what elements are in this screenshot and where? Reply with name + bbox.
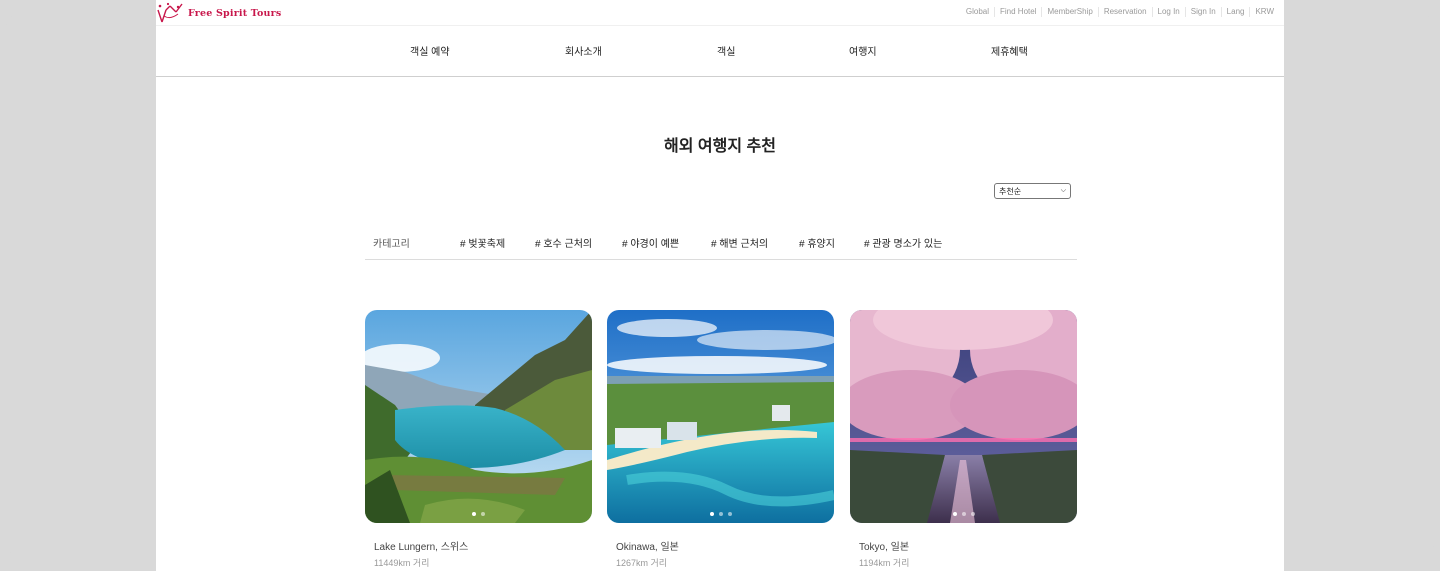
destination-card[interactable]: Tokyo, 일본 1194km 거리 [850, 310, 1077, 568]
destination-name[interactable]: Tokyo, 일본 [859, 538, 909, 553]
logo[interactable]: Free Spirit Tours [156, 2, 281, 24]
util-link-currency[interactable]: KRW [1249, 7, 1279, 17]
page-title: 해외 여행지 추천 [664, 138, 776, 155]
sort-select[interactable]: 추천순 ⌵ [994, 183, 1071, 199]
brand-name: Free Spirit Tours [188, 7, 282, 19]
carousel-dot[interactable] [727, 512, 732, 516]
category-label: 카테고리 [373, 239, 410, 250]
util-link-log-in[interactable]: Log In [1151, 7, 1185, 17]
destination-card[interactable]: Okinawa, 일본 1267km 거리 [607, 310, 834, 568]
carousel-dot[interactable] [481, 512, 485, 516]
destination-card[interactable]: Lake Lungern, 스위스 11449km 거리 [365, 310, 592, 568]
filter-tag-attractions[interactable]: # 관광 명소가 있는 [864, 235, 942, 250]
carousel-dot[interactable] [472, 512, 476, 516]
util-link-membership[interactable]: MemberShip [1041, 7, 1097, 17]
nav-item-about[interactable]: 회사소개 [565, 43, 602, 58]
destination-name[interactable]: Okinawa, 일본 [616, 538, 679, 553]
nav-item-rooms[interactable]: 객실 [717, 43, 735, 58]
lake-mountain-photo[interactable] [365, 310, 592, 523]
filter-tag-resort[interactable]: # 휴양지 [799, 235, 835, 250]
chevron-down-icon: ⌵ [1060, 187, 1066, 194]
carousel-dots [365, 512, 592, 516]
filter-tag-near-lake[interactable]: # 호수 근처의 [535, 235, 592, 250]
carousel-dot[interactable] [970, 512, 975, 516]
filter-tag-cherry-blossom[interactable]: # 벚꽃축제 [460, 235, 505, 250]
util-link-reservation[interactable]: Reservation [1097, 7, 1152, 17]
util-link-find-hotel[interactable]: Find Hotel [994, 7, 1041, 17]
filter-tag-night-view[interactable]: # 야경이 예쁜 [622, 235, 679, 250]
sort-selected-value: 추천순 [999, 186, 1022, 196]
page: Free Spirit Tours Global Find Hotel Memb… [156, 0, 1284, 571]
filter-tag-near-beach[interactable]: # 해변 근처의 [711, 235, 768, 250]
carousel-dot[interactable] [718, 512, 723, 516]
destination-name[interactable]: Lake Lungern, 스위스 [374, 538, 468, 553]
cherry-blossom-river-photo[interactable] [850, 310, 1077, 523]
destination-distance: 1267km 거리 [616, 558, 668, 568]
carousel-dots [850, 512, 1077, 516]
beach-resort-photo[interactable] [607, 310, 834, 523]
util-link-lang[interactable]: Lang [1220, 7, 1250, 17]
destination-distance: 1194km 거리 [859, 558, 910, 568]
carousel-dots [607, 512, 834, 516]
carousel-dot[interactable] [709, 512, 714, 516]
carousel-dot[interactable] [952, 512, 957, 516]
nav-item-partner-benefits[interactable]: 제휴혜택 [991, 43, 1028, 58]
main-nav: 객실 예약 회사소개 객실 여행지 제휴혜택 [156, 26, 1284, 77]
destination-distance: 11449km 거리 [374, 558, 430, 568]
utility-nav: Global Find Hotel MemberShip Reservation… [961, 7, 1279, 17]
util-link-sign-in[interactable]: Sign In [1184, 7, 1221, 17]
util-link-global[interactable]: Global [961, 7, 994, 17]
top-bar: Free Spirit Tours Global Find Hotel Memb… [156, 0, 1284, 26]
browser-frame: Free Spirit Tours Global Find Hotel Memb… [0, 0, 1440, 571]
carousel-dot[interactable] [961, 512, 966, 516]
nav-item-room-booking[interactable]: 객실 예약 [410, 43, 450, 58]
category-filter-bar: 카테고리 # 벚꽃축제 # 호수 근처의 # 야경이 예쁜 # 해변 근처의 #… [365, 224, 1077, 260]
logo-mark-icon [157, 2, 183, 23]
nav-item-destinations[interactable]: 여행지 [849, 43, 877, 58]
